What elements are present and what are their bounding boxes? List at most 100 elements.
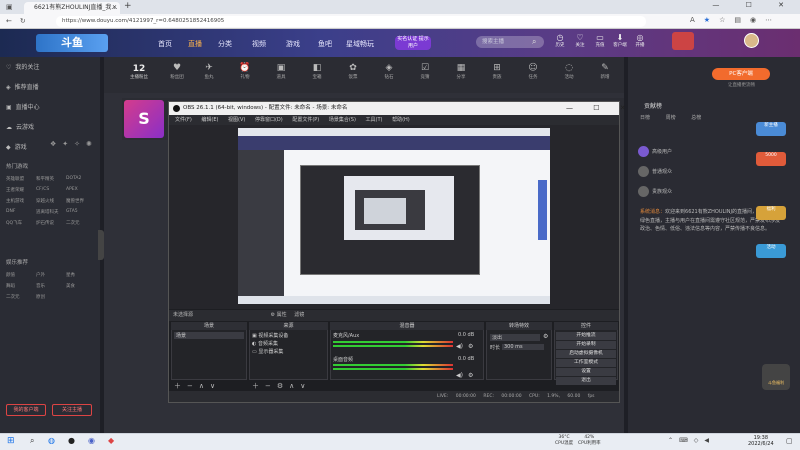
live-badge[interactable]: 实名认证 提示用户 xyxy=(395,36,431,50)
virtual-camera-button[interactable]: 启动虚拟摄像机 xyxy=(556,350,616,358)
start-icon[interactable]: ⊞ xyxy=(7,436,15,446)
source-item[interactable]: ◐ 音频采集 xyxy=(252,340,278,347)
sidebar-shortcut-icons[interactable]: ❖✦✧✺ xyxy=(50,140,98,148)
fans-box[interactable]: 12 主播粉丝 xyxy=(124,64,154,88)
rec-item[interactable]: 二次元 xyxy=(6,294,36,300)
menu-dock[interactable]: 停靠窗口(D) xyxy=(255,117,283,123)
gift-item[interactable]: ◧ 宝箱 xyxy=(302,63,332,80)
volume-icon[interactable]: ◀) xyxy=(456,372,463,379)
settings-button[interactable]: 设置 xyxy=(556,368,616,376)
menu-scenes[interactable]: 场景集合(S) xyxy=(329,117,356,123)
menu-view[interactable]: 视图(V) xyxy=(228,117,245,123)
hot-game[interactable]: 和平精英 xyxy=(36,176,66,182)
promo-badge[interactable]: 新主播 xyxy=(756,122,786,136)
hot-game[interactable]: 王者荣耀 xyxy=(6,187,36,193)
start-streaming-button[interactable]: 开始推流 xyxy=(556,332,616,340)
rec-item[interactable]: 美食 xyxy=(66,283,96,289)
rec-item[interactable]: 舞蹈 xyxy=(6,283,36,289)
rec-item[interactable]: 音乐 xyxy=(36,283,66,289)
nav-fishbar[interactable]: 鱼吧 xyxy=(318,39,332,49)
browser-tab[interactable]: 6621有熊ZHOULINJ直播_我… ✕ xyxy=(24,2,120,14)
gift-item[interactable]: ⊞ 贵族 xyxy=(482,63,512,80)
gear-icon[interactable]: ⚙ xyxy=(468,372,473,379)
client-button[interactable]: 我的客户端 xyxy=(6,404,46,416)
hot-game[interactable]: CF/CS xyxy=(36,187,66,193)
scene-dock-tools[interactable]: ＋−∧∨ xyxy=(174,381,221,391)
source-item[interactable]: ▭ 显示器采集 xyxy=(252,348,283,355)
header-follow[interactable]: ♡ 关注 xyxy=(573,33,587,48)
nav-live[interactable]: 直播 xyxy=(188,39,202,49)
gift-item[interactable]: ✈ 鱼丸 xyxy=(194,63,224,80)
tab-total[interactable]: 总榜 xyxy=(691,115,701,121)
sidebar-item-follow[interactable]: ♡ 我的关注 xyxy=(6,62,39,71)
transition-gear-icon[interactable]: ⚙ xyxy=(543,333,548,340)
notification-icon[interactable]: ▢ xyxy=(786,437,793,445)
header-history[interactable]: ◷ 历史 xyxy=(553,33,567,48)
system-tray[interactable]: ⌃⌨◇◀ xyxy=(668,437,715,444)
exit-button[interactable]: 退出 xyxy=(556,377,616,385)
edge-icon[interactable]: ◍ xyxy=(48,436,55,445)
hot-game[interactable]: 穿越火线 xyxy=(36,198,66,204)
gift-item[interactable]: ☺ 任务 xyxy=(518,63,548,80)
url-field[interactable]: https://www.douyu.com/4121997_r=0.648025… xyxy=(56,16,646,27)
hot-game[interactable]: GTA5 xyxy=(66,209,96,215)
window-controls[interactable]: — ☐ ✕ xyxy=(712,1,796,9)
menu-tools[interactable]: 工具(T) xyxy=(366,117,383,123)
hot-game[interactable]: DNF xyxy=(6,209,36,215)
rec-item[interactable]: 颜值 xyxy=(6,272,36,278)
hot-game[interactable]: 英雄联盟 xyxy=(6,176,36,182)
hot-game[interactable]: QQ飞车 xyxy=(6,220,36,226)
pc-client-button[interactable]: PC客户端 xyxy=(712,68,770,80)
menu-edit[interactable]: 编辑(E) xyxy=(201,117,218,123)
gift-item[interactable]: ☑ 竞猜 xyxy=(410,63,440,80)
filters-button[interactable]: 滤镜 xyxy=(294,312,304,318)
search-icon[interactable]: ⌕ xyxy=(30,436,34,446)
hot-game[interactable]: 主机游戏 xyxy=(6,198,36,204)
gift-item[interactable]: ◈ 钻石 xyxy=(374,63,404,80)
tab-weekly[interactable]: 周榜 xyxy=(666,115,676,121)
obs-window-controls[interactable]: — ☐ ✕ xyxy=(566,102,635,115)
nav-games[interactable]: 游戏 xyxy=(286,39,300,49)
app-icon[interactable]: ◉ xyxy=(88,436,95,445)
sidebar-item-games[interactable]: ◆ 游戏 xyxy=(6,142,27,151)
mascot-banner[interactable]: 斗鱼福利 xyxy=(762,364,790,390)
start-recording-button[interactable]: 开始录制 xyxy=(556,341,616,349)
rank-row[interactable]: 贵族观众 xyxy=(638,186,728,200)
gear-icon[interactable]: ⚙ xyxy=(468,343,473,350)
rec-item[interactable]: 原创 xyxy=(36,294,66,300)
menu-profile[interactable]: 配置文件(P) xyxy=(292,117,319,123)
nav-star-domain[interactable]: 星域畅玩 xyxy=(346,39,374,49)
event-banner-icon[interactable] xyxy=(672,32,694,50)
new-tab-button[interactable]: + xyxy=(124,2,134,12)
gift-item[interactable]: ✿ 饭票 xyxy=(338,63,368,80)
rec-item[interactable]: 星秀 xyxy=(66,272,96,278)
gift-item[interactable]: ✎ 新增 xyxy=(590,63,620,80)
douyu-app-icon[interactable]: ◆ xyxy=(108,436,114,445)
promo-badge[interactable]: 活动 xyxy=(756,244,786,258)
rec-item[interactable]: 户外 xyxy=(36,272,66,278)
close-tab-icon[interactable]: ✕ xyxy=(112,2,117,14)
clock[interactable]: 19:38 2022/6/24 xyxy=(748,435,774,447)
promo-badge[interactable]: 5000 xyxy=(756,152,786,166)
hot-game[interactable]: 炉石传说 xyxy=(36,220,66,226)
nav-buttons[interactable]: ←↻ xyxy=(6,17,34,25)
avatar[interactable] xyxy=(744,33,759,48)
rank-row[interactable]: 高级用户 xyxy=(638,146,728,160)
header-purchase[interactable]: ▭ 充值 xyxy=(593,33,607,48)
source-dock-tools[interactable]: ＋−⚙∧∨ xyxy=(252,381,311,391)
gift-item[interactable]: ⏰ 礼物 xyxy=(230,63,260,80)
gift-item[interactable]: ◌ 活动 xyxy=(554,63,584,80)
hot-game[interactable]: 魔兽世界 xyxy=(66,198,96,204)
browser-tools[interactable]: A★☆▤◉⋯ xyxy=(690,16,781,24)
nav-category[interactable]: 分类 xyxy=(218,39,232,49)
nav-home[interactable]: 首页 xyxy=(158,39,172,49)
hot-game[interactable]: 二次元 xyxy=(66,220,96,226)
site-logo[interactable]: 斗鱼 xyxy=(36,34,108,52)
streamer-logo[interactable]: S xyxy=(124,100,164,138)
studio-mode-button[interactable]: 工作室模式 xyxy=(556,359,616,367)
sidebar-item-center[interactable]: ▣ 直播中心 xyxy=(6,102,40,111)
header-broadcast[interactable]: ◎ 开播 xyxy=(633,33,647,48)
header-client[interactable]: ⬇ 客户端 xyxy=(613,33,627,48)
follow-anchor-button[interactable]: 关注主播 xyxy=(52,404,92,416)
nav-video[interactable]: 视频 xyxy=(252,39,266,49)
